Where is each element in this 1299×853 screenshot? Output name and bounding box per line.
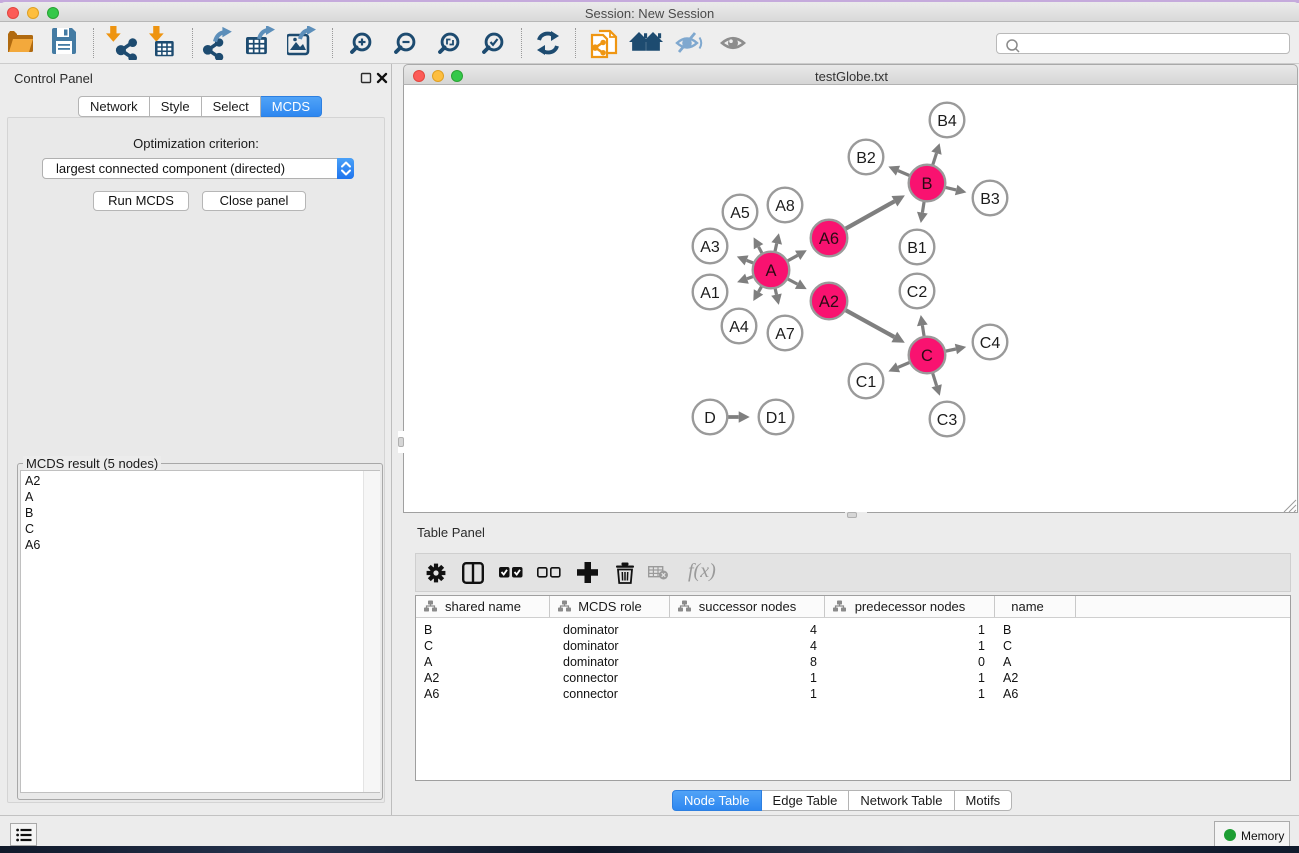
svg-text:A1: A1: [700, 285, 720, 302]
svg-text:C2: C2: [907, 284, 928, 301]
svg-text:B1: B1: [907, 240, 927, 257]
svg-text:A5: A5: [730, 205, 750, 222]
svg-text:C4: C4: [980, 335, 1001, 352]
svg-text:A2: A2: [819, 293, 839, 311]
svg-text:A4: A4: [729, 319, 749, 336]
svg-text:B2: B2: [856, 150, 876, 167]
svg-text:C1: C1: [856, 374, 877, 391]
svg-text:A7: A7: [775, 326, 795, 343]
svg-text:D: D: [704, 410, 716, 427]
svg-text:D1: D1: [766, 410, 787, 427]
svg-text:A3: A3: [700, 239, 720, 256]
svg-text:C: C: [921, 347, 933, 365]
svg-text:B4: B4: [937, 113, 957, 130]
svg-text:A8: A8: [775, 198, 795, 215]
svg-text:B3: B3: [980, 191, 1000, 208]
svg-text:A: A: [765, 262, 776, 280]
svg-text:C3: C3: [937, 412, 958, 429]
svg-text:A6: A6: [819, 230, 839, 248]
svg-text:B: B: [921, 175, 932, 193]
